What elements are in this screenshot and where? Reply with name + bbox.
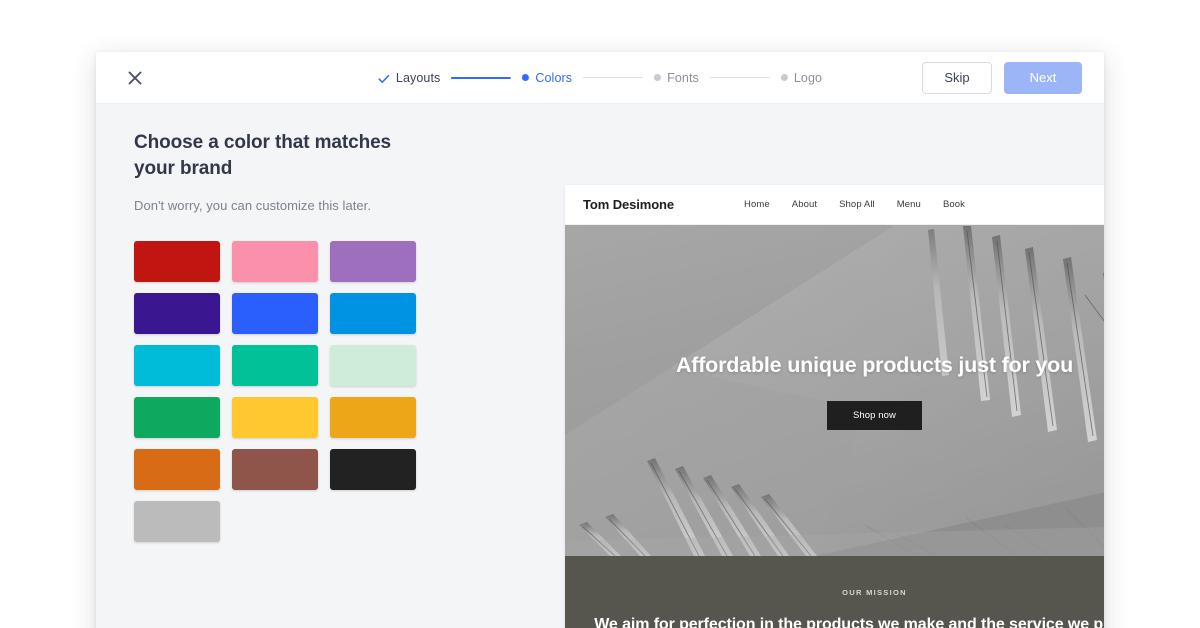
step-fonts[interactable]: Fonts [654, 71, 699, 85]
swatch-amber[interactable] [330, 396, 416, 438]
stepper-connector-1 [451, 76, 512, 79]
hero-cta-button[interactable]: Shop now [826, 401, 923, 431]
swatch-mint[interactable] [330, 344, 416, 386]
nav-item-home[interactable]: Home [744, 199, 770, 210]
preview-site-header: Tom Desimone Home About Shop All Menu Bo… [565, 185, 1104, 225]
color-chooser-panel: Choose a color that matches your brand D… [96, 104, 469, 628]
swatch-near-black[interactable] [330, 448, 416, 490]
close-button[interactable] [122, 65, 148, 91]
check-icon [378, 72, 390, 84]
swatch-crimson-red[interactable] [134, 240, 220, 282]
swatch-orange[interactable] [134, 448, 220, 490]
progress-stepper: Layouts Colors Fonts Logo [378, 71, 822, 85]
preview-hero: Affordable unique products just for you … [565, 225, 1104, 556]
preview-mission-section: OUR MISSION We aim for perfection in the… [565, 556, 1104, 628]
stepper-connector-3 [709, 77, 770, 78]
swatch-indigo[interactable] [134, 292, 220, 334]
color-swatch-grid [134, 240, 418, 542]
swatch-grey[interactable] [134, 500, 220, 542]
step-logo[interactable]: Logo [780, 70, 823, 85]
swatch-brick-brown[interactable] [232, 448, 318, 490]
hero-title: Affordable unique products just for you [675, 352, 1074, 377]
page-subtitle: Don't worry, you can customize this late… [134, 197, 371, 213]
header-actions: Skip Next [922, 61, 1082, 94]
step-label-colors: Colors [535, 70, 573, 85]
step-label-logo: Logo [793, 70, 823, 85]
nav-item-menu[interactable]: Menu [897, 199, 921, 210]
stepper-connector-2 [583, 77, 644, 78]
hero-content: Affordable unique products just for you … [565, 225, 1104, 556]
swatch-pink[interactable] [232, 240, 318, 282]
dot-icon [522, 74, 530, 81]
site-preview: Tom Desimone Home About Shop All Menu Bo… [565, 185, 1104, 628]
step-colors[interactable]: Colors [522, 71, 572, 85]
swatch-azure[interactable] [330, 292, 416, 334]
modal-header: Layouts Colors Fonts Logo Skip Next [96, 52, 1104, 104]
site-nav: Home About Shop All Menu Book [744, 199, 965, 210]
swatch-purple[interactable] [330, 240, 416, 282]
modal-body: Choose a color that matches your brand D… [96, 104, 1104, 628]
nav-item-book[interactable]: Book [943, 199, 965, 210]
swatch-teal[interactable] [232, 344, 318, 386]
swatch-yellow[interactable] [232, 396, 318, 438]
nav-item-about[interactable]: About [792, 199, 817, 210]
swatch-green[interactable] [134, 396, 220, 438]
step-label-fonts: Fonts [667, 70, 699, 85]
close-icon [128, 71, 142, 85]
site-logo: Tom Desimone [583, 197, 675, 212]
dot-icon [654, 74, 662, 81]
mission-text: We aim for perfection in the products we… [594, 616, 1104, 628]
swatch-cyan[interactable] [134, 344, 220, 386]
step-label-layouts: Layouts [395, 70, 441, 85]
next-button[interactable]: Next [1004, 61, 1082, 94]
page-title: Choose a color that matches your brand [134, 132, 392, 179]
swatch-blue[interactable] [232, 292, 318, 334]
skip-button[interactable]: Skip [922, 61, 992, 94]
dot-icon [780, 74, 788, 81]
screen-root: Layouts Colors Fonts Logo Skip Next Choo… [0, 0, 1200, 628]
onboarding-modal: Layouts Colors Fonts Logo Skip Next Choo… [96, 52, 1104, 628]
step-layouts[interactable]: Layouts [378, 71, 440, 85]
nav-item-shopall[interactable]: Shop All [839, 199, 875, 210]
mission-eyebrow: OUR MISSION [842, 588, 907, 597]
